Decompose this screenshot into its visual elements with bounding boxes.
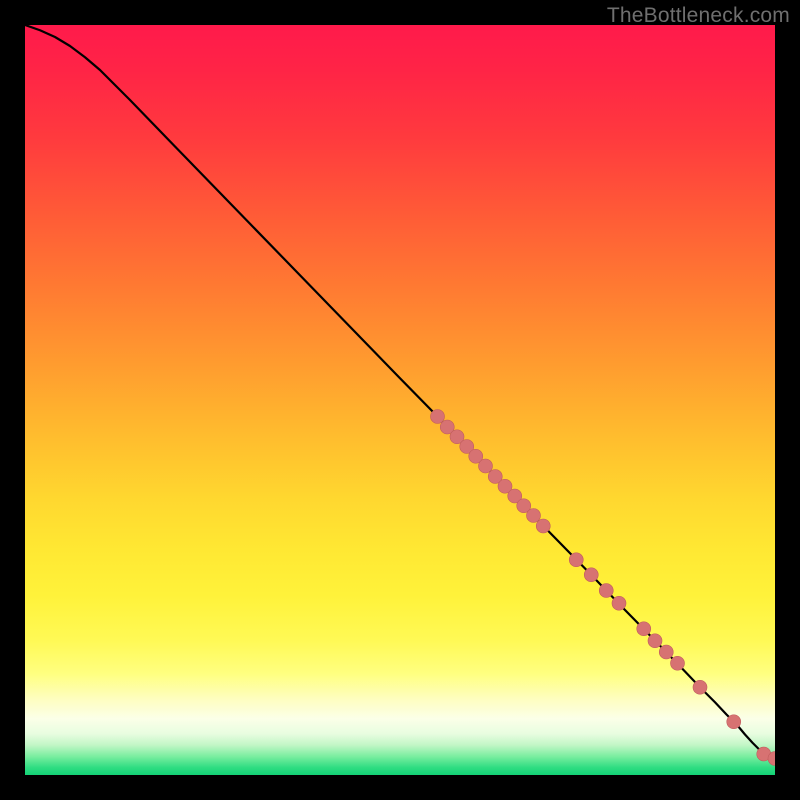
data-point [693,680,707,694]
gradient-background [25,25,775,775]
data-point [671,656,685,670]
data-point [727,715,741,729]
data-point [527,509,541,523]
chart-svg [25,25,775,775]
data-point [431,410,445,424]
plot-area [25,25,775,775]
data-point [659,645,673,659]
data-point [584,568,598,582]
data-point [569,553,583,567]
data-point [637,622,651,636]
data-point [599,584,613,598]
watermark-text: TheBottleneck.com [607,4,790,28]
data-point [612,596,626,610]
chart-stage: TheBottleneck.com [0,0,800,800]
data-point [479,459,493,473]
data-point [648,634,662,648]
data-point [536,519,550,533]
